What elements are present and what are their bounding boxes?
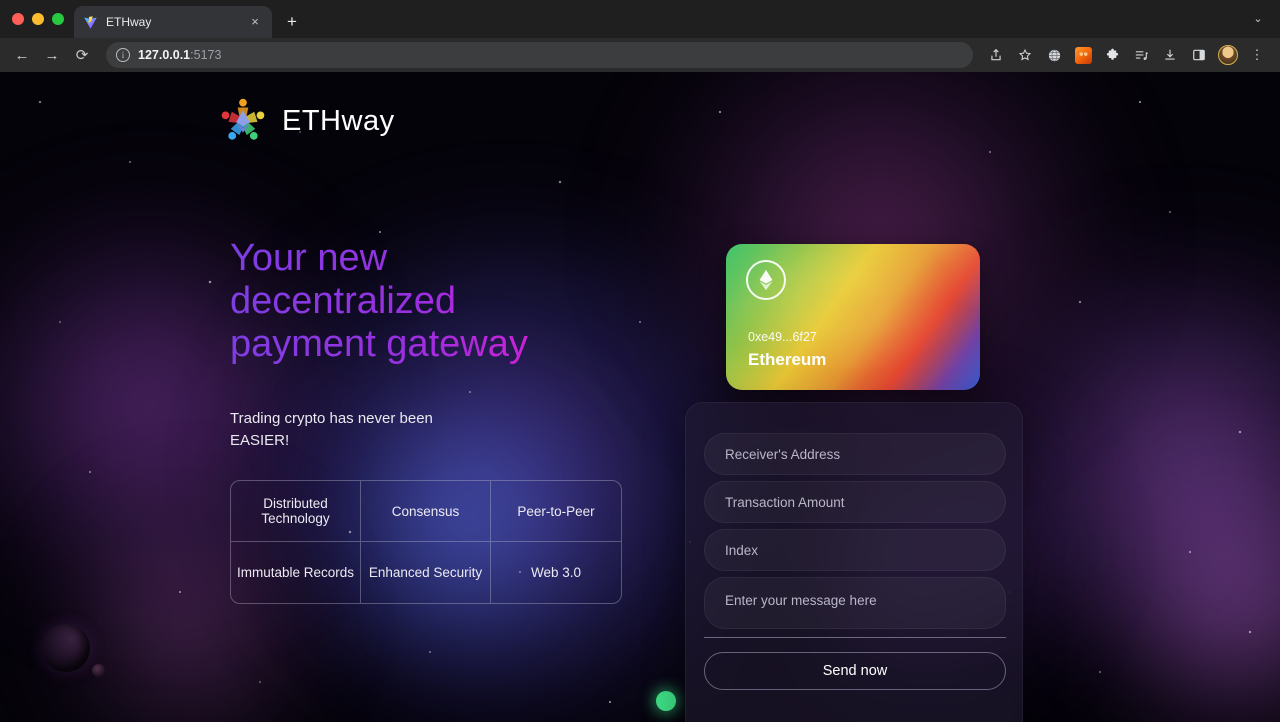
tab-title: ETHway [106, 15, 152, 29]
message-textarea[interactable]: Enter your message here [704, 577, 1006, 629]
vite-logo-icon [83, 15, 98, 30]
window-traffic-lights [12, 0, 74, 38]
new-tab-button[interactable]: + [278, 8, 306, 36]
index-input[interactable]: Index [704, 529, 1006, 571]
feature-cell: Enhanced Security [361, 542, 491, 603]
send-now-button[interactable]: Send now [704, 652, 1006, 690]
site-info-icon[interactable]: i [116, 48, 130, 62]
minimize-window-button[interactable] [32, 13, 44, 25]
transfer-form: Receiver's Address Transaction Amount In… [685, 402, 1023, 722]
puzzle-extension-icon[interactable] [1099, 42, 1125, 68]
transaction-amount-input[interactable]: Transaction Amount [704, 481, 1006, 523]
site-logo-text: ETHway [282, 104, 395, 137]
side-panel-icon[interactable] [1186, 42, 1212, 68]
page-title: Your new decentralized payment gateway [230, 237, 650, 366]
wallet-card[interactable]: 0xe49...6f27 Ethereum [726, 244, 980, 390]
subtitle-line-1: Trading crypto has never been [230, 410, 433, 427]
address-bar-url: 127.0.0.1:5173 [138, 48, 221, 62]
chevron-down-icon[interactable]: ⌄ [1244, 5, 1272, 33]
toolbar-icon-group: ⋮ [983, 42, 1272, 68]
planet-graphic [42, 624, 90, 672]
headline-line-2: decentralized [230, 280, 457, 322]
browser-menu-button[interactable]: ⋮ [1244, 42, 1270, 68]
receiver-address-input[interactable]: Receiver's Address [704, 433, 1006, 475]
headline-line-3: payment gateway [230, 323, 528, 365]
connection-status-dot [656, 691, 676, 711]
wallet-network-name: Ethereum [748, 350, 827, 369]
download-icon[interactable] [1157, 42, 1183, 68]
feature-grid: Distributed Technology Consensus Peer-to… [230, 480, 622, 604]
feature-cell: Consensus [361, 481, 491, 542]
feature-cell: Distributed Technology [231, 481, 361, 542]
subtitle-line-2: EASIER! [230, 432, 290, 449]
index-placeholder: Index [725, 542, 759, 558]
tab-strip: ETHway × + ⌄ [0, 0, 1280, 38]
transaction-amount-placeholder: Transaction Amount [725, 494, 845, 510]
firefox-extension-icon[interactable] [1070, 42, 1096, 68]
receiver-address-placeholder: Receiver's Address [725, 446, 841, 462]
browser-tab[interactable]: ETHway × [74, 6, 272, 38]
site-logo[interactable]: ETHway [214, 92, 395, 150]
bookmark-star-icon[interactable] [1012, 42, 1038, 68]
maximize-window-button[interactable] [52, 13, 64, 25]
feature-cell: Peer-to-Peer [491, 481, 621, 542]
feature-cell: Immutable Records [231, 542, 361, 603]
address-port: :5173 [190, 48, 222, 62]
hero-section: Your new decentralized payment gateway T… [230, 237, 650, 452]
address-bar[interactable]: i 127.0.0.1:5173 [106, 42, 973, 68]
forward-button[interactable]: → [38, 41, 66, 69]
back-button[interactable]: ← [8, 41, 36, 69]
feature-cell: Web 3.0 [530, 565, 582, 580]
ethway-people-circle-logo [214, 92, 272, 150]
message-placeholder: Enter your message here [725, 593, 877, 608]
globe-icon[interactable] [1041, 42, 1067, 68]
close-tab-icon[interactable]: × [247, 14, 263, 30]
moon-graphic [92, 664, 105, 677]
reload-button[interactable]: ⟳ [68, 41, 96, 69]
headline-line-1: Your new [230, 237, 388, 279]
ethereum-diamond-icon [746, 260, 786, 300]
close-window-button[interactable] [12, 13, 24, 25]
wallet-address: 0xe49...6f27 [748, 330, 817, 344]
browser-window: ETHway × + ⌄ ← → ⟳ i 127.0.0.1:5173 ⋮ ET… [0, 0, 1280, 722]
browser-toolbar: ← → ⟳ i 127.0.0.1:5173 ⋮ [0, 38, 1280, 72]
page-viewport: ETHway Your new decentralized payment ga… [0, 72, 1280, 722]
hero-subtitle: Trading crypto has never been EASIER! [230, 408, 650, 452]
address-host: 127.0.0.1 [138, 48, 191, 62]
share-icon[interactable] [983, 42, 1009, 68]
playlist-icon[interactable] [1128, 42, 1154, 68]
form-divider [704, 637, 1006, 638]
profile-avatar[interactable] [1215, 42, 1241, 68]
